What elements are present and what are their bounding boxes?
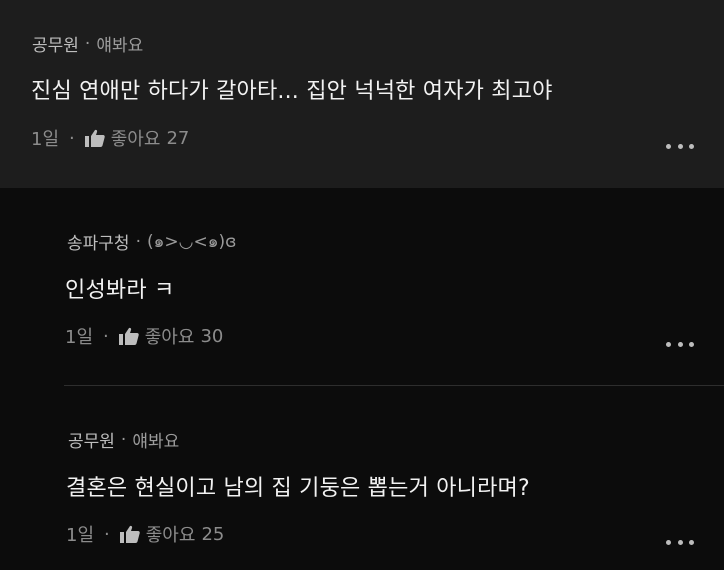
author-role: 얘봐요 <box>96 36 144 56</box>
author-nickname[interactable]: 공무원 <box>32 31 79 56</box>
comment-footer: 1일 · 좋아요 27 <box>31 125 189 151</box>
comment-footer: 1일 · 좋아요 25 <box>66 521 224 547</box>
reply-item: 공무원 · 얘봐요 결혼은 현실이고 남의 집 기둥은 뽑는거 아니라며? 1일… <box>0 386 724 570</box>
comment-meta: 송파구청 · (๑>◡<๑)ɞ <box>67 228 236 255</box>
thumbs-up-icon[interactable] <box>118 327 139 345</box>
author-nickname[interactable]: 공무원 <box>68 427 115 452</box>
like-count: 25 <box>201 523 225 545</box>
thumbs-up-icon[interactable] <box>119 525 140 543</box>
reply-item: 송파구청 · (๑>◡<๑)ɞ 인성봐라 ㅋ 1일 · 좋아요 30 <box>0 188 724 386</box>
like-label[interactable]: 좋아요 <box>145 323 195 349</box>
comment-footer: 1일 · 좋아요 30 <box>65 323 223 349</box>
like-label[interactable]: 좋아요 <box>146 521 196 547</box>
like-count: 30 <box>200 325 224 347</box>
thumbs-up-icon[interactable] <box>84 129 105 147</box>
comment-time: 1일 <box>65 327 94 348</box>
comment-meta: 공무원 · 얘봐요 <box>32 31 144 57</box>
separator-dot: · <box>104 523 110 545</box>
author-role: 얘봐요 <box>132 432 180 452</box>
separator-dot: · <box>69 127 75 149</box>
comment-meta: 공무원 · 얘봐요 <box>68 427 180 453</box>
comment-time: 1일 <box>66 525 95 546</box>
comment-text: 인성봐라 ㅋ <box>65 278 175 303</box>
comment-text: 결혼은 현실이고 남의 집 기둥은 뽑는거 아니라며? <box>66 476 530 501</box>
comment-text: 진심 연애만 하다가 갈아타... 집안 넉넉한 여자가 최고야 <box>31 79 553 104</box>
more-dots-icon[interactable] <box>666 340 694 348</box>
separator-dot: · <box>120 429 127 450</box>
separator-dot: · <box>84 33 91 54</box>
author-nickname[interactable]: 송파구청 <box>67 229 130 254</box>
comment-item: 공무원 · 얘봐요 진심 연애만 하다가 갈아타... 집안 넉넉한 여자가 최… <box>0 0 724 188</box>
author-role: (๑>◡<๑)ɞ <box>146 232 237 252</box>
more-dots-icon[interactable] <box>666 538 694 546</box>
separator-dot: · <box>103 325 109 347</box>
more-dots-icon[interactable] <box>666 142 694 150</box>
like-count: 27 <box>166 127 190 149</box>
separator-dot: · <box>135 231 141 252</box>
comment-time: 1일 <box>31 129 60 150</box>
like-label[interactable]: 좋아요 <box>111 125 161 151</box>
